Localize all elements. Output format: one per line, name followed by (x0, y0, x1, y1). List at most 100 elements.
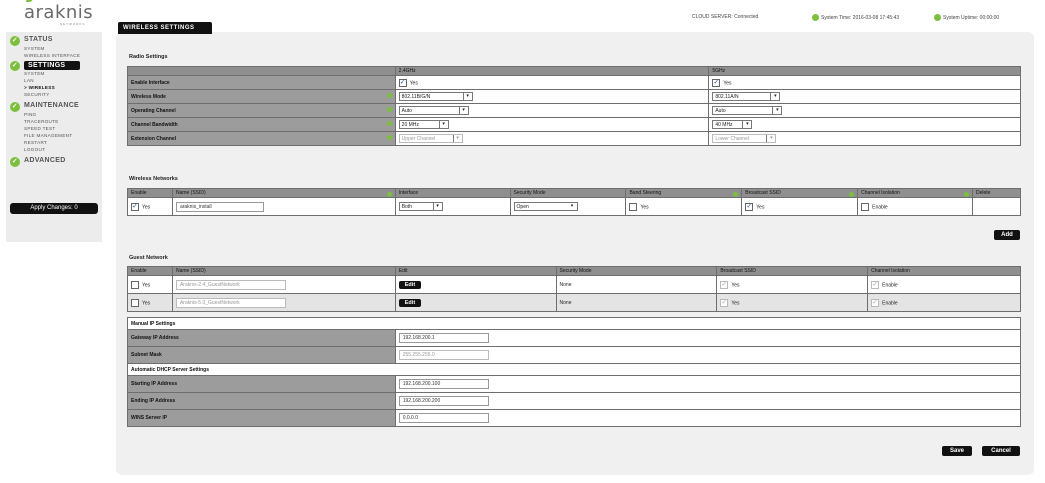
nav-settings-wireless[interactable]: > WIRELESS (6, 84, 102, 91)
guest-broadcast-checkbox[interactable]: ✓ (720, 298, 729, 307)
help-icon[interactable] (386, 93, 392, 98)
dhcp-heading: Automatic DHCP Server Settings (127, 363, 1021, 376)
manual-ip-heading: Manual IP Settings (127, 317, 1021, 330)
nav-settings[interactable]: ✓ SETTINGS (10, 61, 80, 71)
nav-settings-system[interactable]: SYSTEM (6, 70, 102, 77)
channel-isolation-checkbox[interactable] (861, 202, 870, 211)
col-broadcast-ssid: Broadcast SSID (741, 188, 859, 198)
nav-settings-lan[interactable]: LAN (6, 77, 102, 84)
table-row: Yes Araknis-5.0_GuestNetwork Edit None ✓… (127, 293, 1021, 312)
broadcast-ssid-checkbox[interactable]: ✓ (745, 202, 754, 211)
nav-advanced[interactable]: ✓ ADVANCED (6, 153, 102, 167)
delete-cell[interactable] (972, 197, 1021, 216)
subnet-label: Subnet Mask (127, 346, 396, 364)
check-icon: ✓ (10, 102, 20, 112)
help-icon[interactable] (386, 107, 392, 112)
guest-ssid-input[interactable]: Araknis-5.0_GuestNetwork (175, 297, 286, 308)
bandwidth-24-select[interactable]: 20 MHz ▾ (398, 120, 449, 129)
col-5ghz: 5GHz (708, 66, 1021, 76)
wireless-networks-title: Wireless Networks (129, 176, 178, 182)
nav-logout[interactable]: LOGOUT (6, 146, 102, 153)
col-security-mode: Security Mode (555, 266, 718, 276)
col-edit: Edit (394, 266, 557, 276)
guest-enable-checkbox[interactable] (131, 280, 139, 289)
start-ip-label: Starting IP Address (127, 375, 396, 393)
operating-channel-label: Operating Channel (131, 107, 176, 114)
channel-24-select[interactable]: Auto ▾ (398, 106, 469, 115)
nav-status-system[interactable]: SYSTEM (6, 45, 102, 52)
apply-changes-button[interactable]: Apply Changes: 0 (10, 203, 98, 214)
extension-24-select[interactable]: Upper Channel ▾ (398, 134, 463, 143)
chevron-down-icon: ▾ (452, 135, 462, 142)
end-ip-input[interactable]: 192.168.200.200 (398, 396, 489, 406)
col-ssid: Name (SSID) (171, 266, 396, 276)
check-icon: ✓ (10, 61, 20, 71)
system-time: System Time: 2016-03-08 17:45:43 (812, 14, 899, 21)
col-interface: Interface (394, 188, 511, 198)
nav-maintenance[interactable]: ✓ MAINTENANCE (6, 98, 102, 112)
start-ip-row: Starting IP Address 192.168.200.100 (127, 375, 1022, 393)
nav-status-wireless-interface[interactable]: WIRELESS INTERFACE (6, 52, 102, 59)
edit-button[interactable]: Edit (398, 280, 422, 289)
wins-input[interactable]: 0.0.0.0 (398, 413, 489, 423)
nav-restart[interactable]: RESTART (6, 139, 102, 146)
band-steering-checkbox[interactable] (629, 202, 638, 211)
wlan-interface-select[interactable]: Both ▾ (398, 202, 443, 211)
guest-broadcast-checkbox[interactable]: ✓ (720, 280, 729, 289)
channel-5-select[interactable]: Auto ▾ (712, 106, 783, 115)
edit-button[interactable]: Edit (398, 298, 422, 307)
clock-icon (812, 14, 819, 21)
dhcp-section-row: Automatic DHCP Server Settings (127, 363, 1021, 376)
guest-network-title: Guest Network (129, 255, 168, 261)
wireless-mode-5-select[interactable]: 802.11A/N ▾ (712, 92, 781, 101)
radio-header-row: 2.4GHz 5GHz (127, 66, 1021, 76)
start-ip-input[interactable]: 192.168.200.100 (398, 379, 489, 389)
help-icon[interactable] (386, 135, 392, 140)
guest-isolation-checkbox[interactable]: ✓ (871, 280, 880, 289)
nav-speed-test[interactable]: SPEED TEST (6, 125, 102, 132)
nav-settings-security[interactable]: SECURITY (6, 91, 102, 98)
help-icon[interactable] (386, 121, 392, 126)
nav-file-management[interactable]: FILE MANAGEMENT (6, 132, 102, 139)
wireless-mode-label: Wireless Mode (131, 93, 166, 100)
operating-channel-row: Operating Channel Auto ▾ Auto ▾ (127, 103, 1021, 118)
help-icon (733, 191, 739, 197)
chevron-down-icon: ▾ (462, 93, 472, 100)
chevron-down-icon: ▾ (766, 135, 776, 142)
chevron-down-icon: ▾ (770, 93, 780, 100)
col-channel-isolation: Channel Isolation (867, 266, 1021, 276)
save-button[interactable]: Save (942, 446, 972, 456)
enable-5-checkbox[interactable]: ✓ (712, 78, 721, 87)
chevron-down-icon: ▾ (458, 107, 468, 114)
col-24ghz: 2.4GHz (394, 66, 710, 76)
subnet-input[interactable]: 255.255.255.0 (398, 350, 489, 360)
nav-traceroute[interactable]: TRACEROUTE (6, 118, 102, 125)
guest-isolation-checkbox[interactable]: ✓ (871, 298, 880, 307)
check-icon: ✓ (10, 36, 20, 46)
extension-5-select[interactable]: Lower Channel ▾ (712, 134, 777, 143)
guest-security-value: None (555, 275, 718, 294)
wireless-mode-24-select[interactable]: 802.11B/G/N ▾ (398, 92, 473, 101)
col-band-steering: Band Steering (625, 188, 743, 198)
nav-ping[interactable]: PING (6, 111, 102, 118)
extension-channel-label: Extension Channel (131, 135, 177, 142)
cancel-button[interactable]: Cancel (982, 446, 1020, 456)
guest-ssid-input[interactable]: Araknis-2.4_GuestNetwork (175, 279, 286, 290)
channel-bandwidth-row: Channel Bandwidth 20 MHz ▾ 40 MHz ▾ (127, 117, 1021, 132)
wireless-networks-table: Enable Name (SSID) Interface Security Mo… (127, 188, 1021, 216)
logo-subtitle: NETWORKS (60, 22, 86, 26)
chevron-down-icon: ▾ (438, 121, 448, 128)
wlan-ssid-input[interactable]: araknis_install (175, 201, 264, 212)
gateway-row: Gateway IP Address 192.168.200.1 (127, 329, 1022, 347)
wlan-enable-checkbox[interactable]: ✓ (131, 202, 139, 211)
wlan-security-select[interactable]: Open ▾ (513, 202, 578, 211)
nav-status[interactable]: ✓ STATUS (6, 32, 102, 46)
help-icon (386, 191, 392, 197)
add-network-button[interactable]: Add (994, 230, 1020, 240)
guest-enable-checkbox[interactable] (131, 298, 139, 307)
enable-24-checkbox[interactable]: ✓ (398, 78, 407, 87)
bandwidth-5-select[interactable]: 40 MHz ▾ (712, 120, 753, 129)
guest-security-value: None (555, 293, 718, 312)
gateway-input[interactable]: 192.168.200.1 (398, 333, 489, 343)
system-uptime: System Uptime: 00:00:00 (934, 14, 999, 21)
